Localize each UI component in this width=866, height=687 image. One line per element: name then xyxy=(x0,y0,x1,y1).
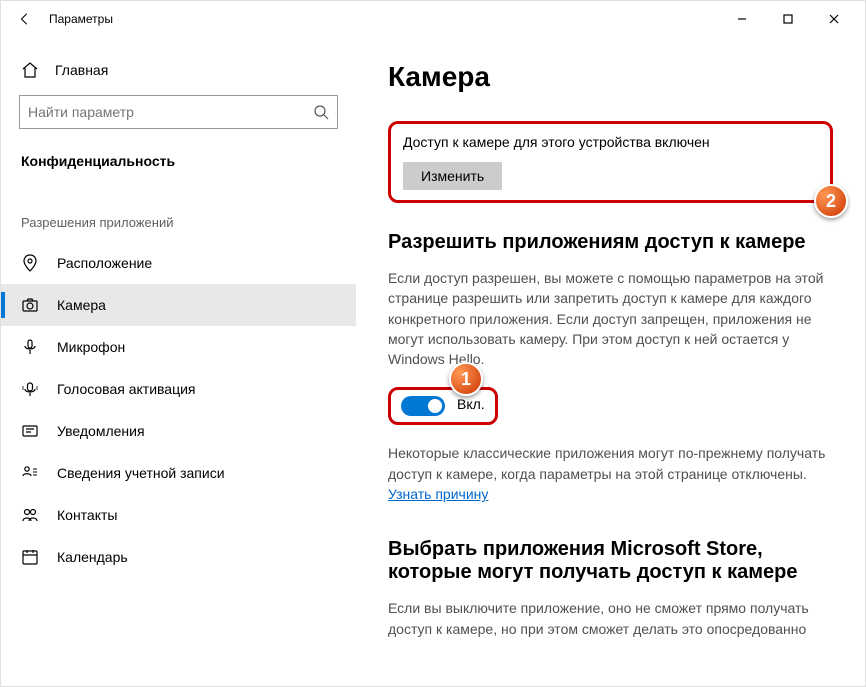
search-icon xyxy=(313,104,329,120)
sidebar-item-label: Уведомления xyxy=(57,423,145,439)
sidebar-item-voice[interactable]: Голосовая активация xyxy=(1,368,356,410)
sidebar: Главная Конфиденциальность Разрешения пр… xyxy=(1,37,356,686)
sidebar-item-label: Контакты xyxy=(57,507,117,523)
sidebar-item-label: Календарь xyxy=(57,549,128,565)
sidebar-item-label: Сведения учетной записи xyxy=(57,465,225,481)
sidebar-section-title: Конфиденциальность xyxy=(1,143,356,187)
store-apps-title: Выбрать приложения Microsoft Store, кото… xyxy=(388,538,833,584)
calendar-icon xyxy=(21,548,39,566)
store-apps-description: Если вы выключите приложение, оно не смо… xyxy=(388,598,833,639)
camera-icon xyxy=(21,296,39,314)
annotation-box-1: Вкл. 1 xyxy=(388,387,498,425)
sidebar-home-label: Главная xyxy=(55,62,108,78)
sidebar-item-label: Микрофон xyxy=(57,339,125,355)
back-button[interactable] xyxy=(9,3,41,35)
allow-apps-description: Если доступ разрешен, вы можете с помощь… xyxy=(388,268,833,369)
sidebar-item-label: Голосовая активация xyxy=(57,381,196,397)
home-icon xyxy=(21,61,39,79)
minimize-button[interactable] xyxy=(719,3,765,35)
sidebar-item-contacts[interactable]: Контакты xyxy=(1,494,356,536)
notifications-icon xyxy=(21,422,39,440)
annotation-badge-2: 2 xyxy=(814,184,848,218)
sidebar-item-microphone[interactable]: Микрофон xyxy=(1,326,356,368)
sidebar-item-location[interactable]: Расположение xyxy=(1,242,356,284)
sidebar-home[interactable]: Главная xyxy=(1,53,356,91)
camera-access-toggle[interactable] xyxy=(401,396,445,416)
page-title: Камера xyxy=(388,61,833,93)
classic-apps-note: Некоторые классические приложения могут … xyxy=(388,443,833,504)
contacts-icon xyxy=(21,506,39,524)
sidebar-item-notifications[interactable]: Уведомления xyxy=(1,410,356,452)
device-access-status: Доступ к камере для этого устройства вкл… xyxy=(403,134,818,150)
minimize-icon xyxy=(737,14,747,24)
learn-why-link[interactable]: Узнать причину xyxy=(388,486,488,502)
sidebar-item-account[interactable]: Сведения учетной записи xyxy=(1,452,356,494)
arrow-left-icon xyxy=(18,12,32,26)
account-icon xyxy=(21,464,39,482)
titlebar: Параметры xyxy=(1,1,865,37)
maximize-icon xyxy=(783,14,793,24)
classic-apps-note-text: Некоторые классические приложения могут … xyxy=(388,445,825,481)
allow-apps-title: Разрешить приложениям доступ к камере xyxy=(388,231,833,254)
sidebar-item-label: Камера xyxy=(57,297,106,313)
search-field[interactable] xyxy=(28,104,313,120)
main-content: Камера Доступ к камере для этого устройс… xyxy=(356,37,865,686)
window-controls xyxy=(719,3,857,35)
search-input[interactable] xyxy=(19,95,338,129)
annotation-badge-1: 1 xyxy=(449,362,483,396)
location-icon xyxy=(21,254,39,272)
microphone-icon xyxy=(21,338,39,356)
sidebar-group-label: Разрешения приложений xyxy=(1,187,356,242)
close-button[interactable] xyxy=(811,3,857,35)
maximize-button[interactable] xyxy=(765,3,811,35)
toggle-state-label: Вкл. xyxy=(457,396,485,416)
sidebar-item-label: Расположение xyxy=(57,255,152,271)
sidebar-item-calendar[interactable]: Календарь xyxy=(1,536,356,578)
sidebar-item-camera[interactable]: Камера xyxy=(1,284,356,326)
annotation-box-2: Доступ к камере для этого устройства вкл… xyxy=(388,121,833,203)
change-button[interactable]: Изменить xyxy=(403,162,502,190)
voice-icon xyxy=(21,380,39,398)
window-title: Параметры xyxy=(49,12,113,26)
close-icon xyxy=(829,14,839,24)
